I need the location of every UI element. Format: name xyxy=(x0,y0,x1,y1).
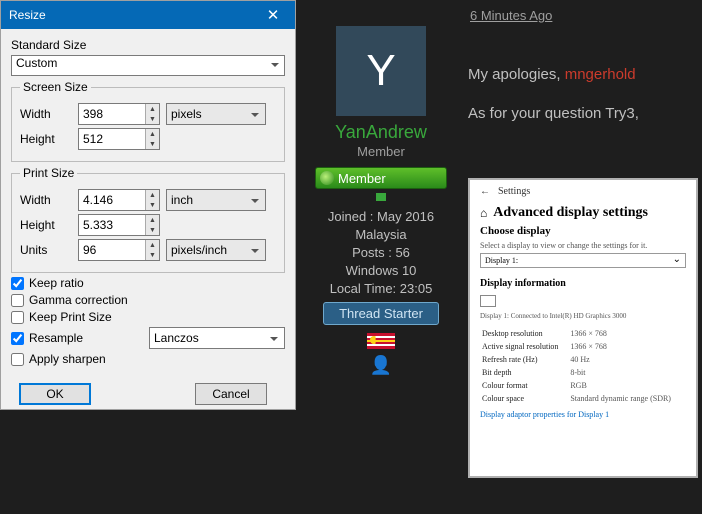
units-label: Units xyxy=(20,243,78,257)
print-height-input[interactable]: ▲▼ xyxy=(78,214,160,236)
table-row: Desktop resolution1366 × 768 xyxy=(482,328,684,339)
choose-display-label: Choose display xyxy=(480,225,686,237)
posts-stat: Posts : 56 xyxy=(296,245,466,260)
table-row: Active signal resolution1366 × 768 xyxy=(482,341,684,352)
screen-height-input[interactable]: ▲▼ xyxy=(78,128,160,150)
print-size-legend: Print Size xyxy=(20,166,77,180)
standard-size-label: Standard Size xyxy=(11,38,86,52)
print-width-input[interactable]: ▲▼ xyxy=(78,189,160,211)
screen-unit-select[interactable]: pixels xyxy=(166,103,266,125)
spinner-up-icon[interactable]: ▲ xyxy=(146,129,159,139)
localtime-stat: Local Time: 23:05 xyxy=(296,281,466,296)
keep-print-checkbox[interactable] xyxy=(11,311,24,324)
thread-starter-badge: Thread Starter xyxy=(323,302,439,325)
user-mention[interactable]: mngerhold xyxy=(565,66,636,83)
adapter-link: Display adaptor properties for Display 1 xyxy=(480,410,686,419)
table-row: Colour spaceStandard dynamic range (SDR) xyxy=(482,393,684,404)
spinner-down-icon[interactable]: ▼ xyxy=(146,114,159,124)
connection-text: Display 1: Connected to Intel(R) HD Grap… xyxy=(480,312,686,320)
resample-checkbox[interactable] xyxy=(11,332,24,345)
rep-bar xyxy=(376,193,386,201)
display-info-table: Desktop resolution1366 × 768 Active sign… xyxy=(480,326,686,406)
width-label: Width xyxy=(20,107,78,121)
display-info-title: Display information xyxy=(480,278,686,289)
screen-size-legend: Screen Size xyxy=(20,80,91,94)
units-input[interactable]: ▲▼ xyxy=(78,239,160,261)
embed-nav: ←Settings xyxy=(480,186,686,197)
print-unit-select[interactable]: inch xyxy=(166,189,266,211)
avatar[interactable]: Y xyxy=(336,26,426,116)
close-icon[interactable]: ✕ xyxy=(259,6,287,24)
user-sidebar: Y YanAndrew Member Member Joined : May 2… xyxy=(296,26,466,376)
username[interactable]: YanAndrew xyxy=(296,122,466,143)
height-label: Height xyxy=(20,132,78,146)
table-row: Bit depth8-bit xyxy=(482,367,684,378)
screen-size-group: Screen Size Width ▲▼ pixels Height ▲▼ xyxy=(11,80,285,162)
spinner-up-icon[interactable]: ▲ xyxy=(146,104,159,114)
member-badge: Member xyxy=(315,167,447,189)
embedded-screenshot: ←Settings ⌂Advanced display settings Cho… xyxy=(468,178,698,478)
table-row: Refresh rate (Hz)40 Hz xyxy=(482,354,684,365)
dialog-title: Resize xyxy=(9,8,259,22)
post-content: My apologies, mngerhold As for your ques… xyxy=(468,66,702,144)
ok-button[interactable]: OK xyxy=(19,383,91,405)
post-timestamp[interactable]: 6 Minutes Ago xyxy=(296,0,702,23)
titlebar[interactable]: Resize ✕ xyxy=(1,1,295,29)
display-select: Display 1: xyxy=(480,253,686,268)
keep-ratio-checkbox[interactable] xyxy=(11,277,24,290)
standard-size-select[interactable]: Custom xyxy=(11,55,285,76)
resize-dialog: Resize ✕ Standard Size Custom Screen Siz… xyxy=(0,0,296,410)
country-stat: Malaysia xyxy=(296,227,466,242)
flag-icon xyxy=(367,333,395,349)
back-icon: ← xyxy=(480,186,490,197)
units-unit-select[interactable]: pixels/inch xyxy=(166,239,266,261)
choose-hint: Select a display to view or change the s… xyxy=(480,241,686,250)
monitor-icon xyxy=(480,295,496,307)
profile-icon[interactable]: 👤 xyxy=(296,355,466,376)
table-row: Colour formatRGB xyxy=(482,380,684,391)
user-role: Member xyxy=(296,144,466,159)
resample-method-select[interactable]: Lanczos xyxy=(149,327,285,349)
gamma-checkbox[interactable] xyxy=(11,294,24,307)
spinner-down-icon[interactable]: ▼ xyxy=(146,139,159,149)
print-size-group: Print Size Width ▲▼ inch Height ▲▼ Units xyxy=(11,166,285,273)
home-icon: ⌂ xyxy=(480,206,487,221)
screen-width-input[interactable]: ▲▼ xyxy=(78,103,160,125)
joined-stat: Joined : May 2016 xyxy=(296,209,466,224)
sharpen-checkbox[interactable] xyxy=(11,353,24,366)
os-stat: Windows 10 xyxy=(296,263,466,278)
cancel-button[interactable]: Cancel xyxy=(195,383,267,405)
embed-title: ⌂Advanced display settings xyxy=(480,205,686,221)
